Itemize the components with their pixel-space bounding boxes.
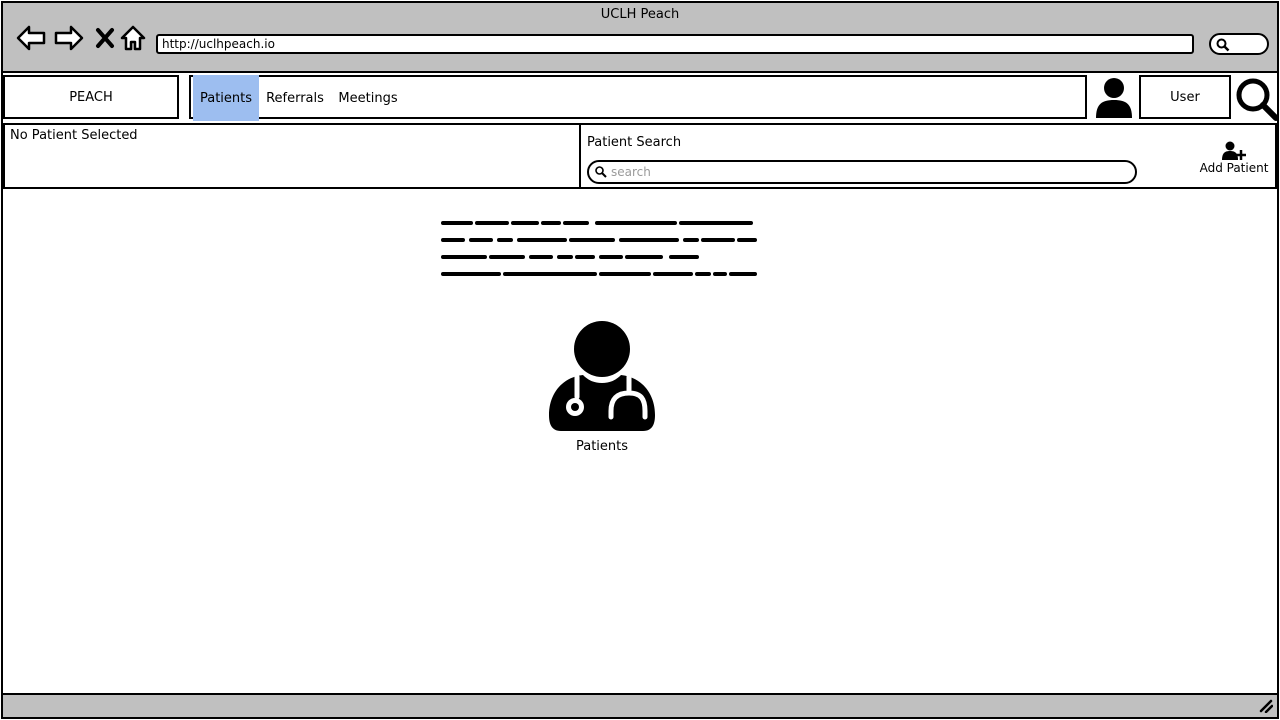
add-patient-button[interactable]: Add Patient (1193, 141, 1275, 181)
back-arrow-icon[interactable] (15, 23, 47, 53)
patient-search-box[interactable] (587, 160, 1137, 184)
patient-status: No Patient Selected (10, 128, 138, 143)
browser-chrome: UCLH Peach http://uclhpeach.io (3, 3, 1277, 73)
patient-search-panel: Patient Search Add Patient (581, 123, 1277, 189)
placeholder-scribble-text (441, 221, 757, 276)
add-patient-label: Add Patient (1199, 161, 1269, 175)
search-icon (595, 166, 607, 178)
url-bar[interactable]: http://uclhpeach.io (156, 34, 1194, 54)
tab-referrals[interactable]: Referrals (259, 75, 331, 121)
forward-arrow-icon[interactable] (53, 23, 85, 53)
patient-search-label: Patient Search (587, 135, 682, 150)
browser-window: UCLH Peach http://uclhpeach.io PEACH Pat… (1, 1, 1279, 719)
tab-meetings[interactable]: Meetings (333, 75, 403, 121)
home-icon[interactable] (117, 23, 149, 53)
user-avatar-icon[interactable] (1089, 75, 1139, 119)
tab-patients[interactable]: Patients (193, 75, 259, 121)
magnifier-search-icon[interactable] (1235, 77, 1279, 121)
tab-bar: Patients Referrals Meetings (189, 75, 1087, 121)
patient-search-input[interactable] (609, 163, 1119, 181)
browser-search-field[interactable] (1209, 33, 1269, 55)
status-bar (3, 693, 1277, 717)
patients-tile-label[interactable]: Patients (549, 439, 655, 454)
brand-logo[interactable]: PEACH (3, 75, 179, 119)
user-menu[interactable]: User (1139, 75, 1231, 119)
doctor-stethoscope-icon[interactable] (549, 319, 655, 433)
search-icon (1216, 38, 1230, 52)
add-user-icon (1222, 141, 1246, 160)
window-title: UCLH Peach (600, 7, 680, 22)
resize-grip-icon[interactable] (1259, 699, 1273, 713)
selected-patient-panel: No Patient Selected (3, 123, 581, 189)
app-header: PEACH Patients Referrals Meetings User (3, 73, 1279, 123)
